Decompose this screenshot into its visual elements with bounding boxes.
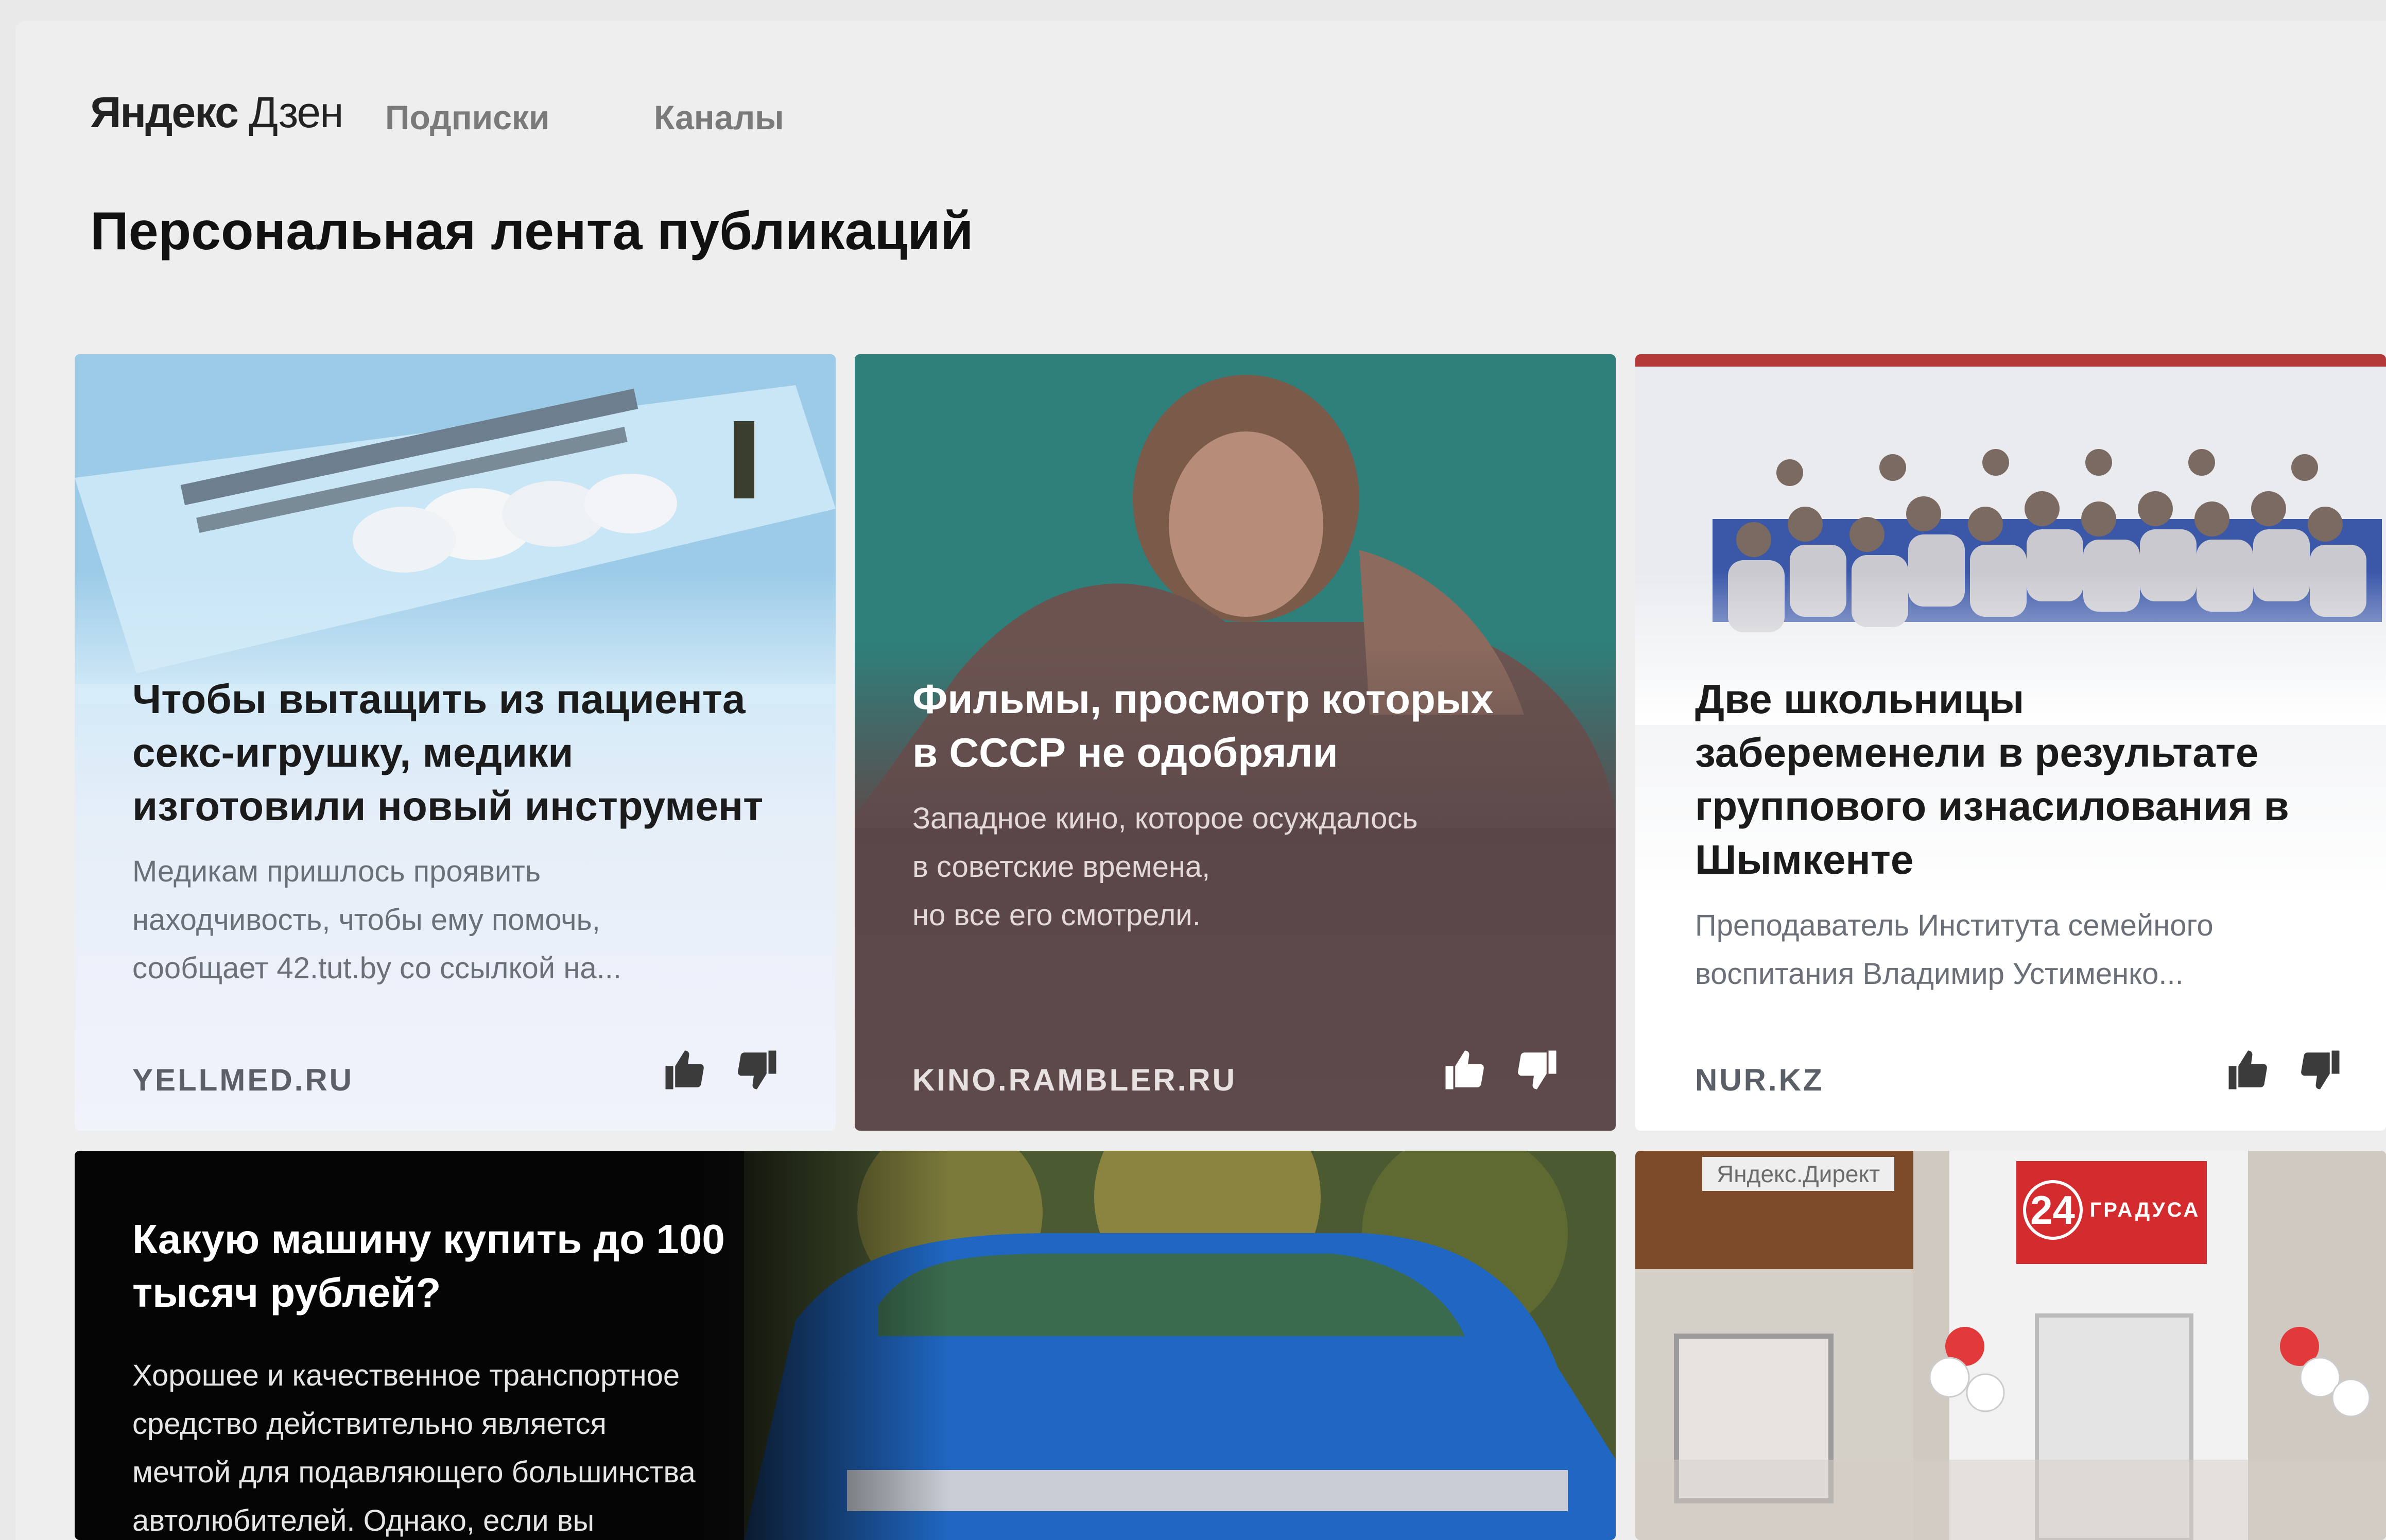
card-title-line: Шымкенте: [1695, 837, 1914, 883]
card-description-line: Западное кино, которое осуждалось: [912, 802, 1418, 835]
card-title: Две школьницы забеременели в результате …: [1695, 672, 2289, 887]
card-source[interactable]: YELLMED.RU: [132, 1062, 354, 1098]
thumbs-down-icon[interactable]: [2297, 1047, 2343, 1093]
vote-buttons: [662, 1047, 780, 1093]
thumbs-up-icon[interactable]: [1442, 1047, 1488, 1093]
card-title-line: секс-игрушку, медики: [132, 730, 574, 775]
card-description: Западное кино, которое осуждалось в сове…: [912, 794, 1418, 940]
card-description-line: в советские времена,: [912, 850, 1211, 884]
card-title-line: Фильмы, просмотр которых: [912, 676, 1494, 722]
card-title-line: забеременели в результате: [1695, 730, 2259, 775]
page-title: Персональная лента публикаций: [90, 201, 974, 261]
card-title-line: Две школьницы: [1695, 676, 2025, 722]
card-source[interactable]: KINO.RAMBLER.RU: [912, 1062, 1237, 1098]
card-title-line: в СССР не одобряли: [912, 730, 1338, 775]
nav-subscriptions[interactable]: Подписки: [385, 98, 550, 137]
thumbs-down-icon[interactable]: [1514, 1047, 1560, 1093]
card-description-line: находчивость, чтобы ему помочь,: [132, 903, 600, 937]
card-description: Хорошее и качественное транспортное сред…: [132, 1352, 696, 1540]
article-card-car[interactable]: Какую машину купить до 100 тысяч рублей?…: [75, 1151, 1616, 1540]
card-description-line: сообщает 42.tut.by со ссылкой на...: [132, 951, 621, 985]
card-description-line: средство действительно является: [132, 1407, 607, 1441]
card-title: Чтобы вытащить из пациента секс-игрушку,…: [132, 672, 763, 833]
card-title: Какую машину купить до 100 тысяч рублей?: [132, 1213, 725, 1320]
card-title-line: Чтобы вытащить из пациента: [132, 676, 746, 722]
ad-image-storefront: [1635, 1151, 2386, 1540]
logo-bold: Яндекс: [90, 88, 239, 136]
thumbs-up-icon[interactable]: [2225, 1047, 2271, 1093]
card-description-line: Медикам пришлось проявить: [132, 855, 541, 888]
nav-channels[interactable]: Каналы: [654, 98, 784, 137]
card-description: Преподаватель Института семейного воспит…: [1695, 902, 2214, 998]
vote-buttons: [1442, 1047, 1560, 1093]
logo-light: Дзен: [249, 88, 343, 136]
store-sign: 24 ГРАДУСА: [2016, 1176, 2207, 1243]
card-description-line: Хорошее и качественное транспортное: [132, 1359, 680, 1392]
card-description-line: Преподаватель Института семейного: [1695, 909, 2214, 942]
article-card-nur-kz[interactable]: Две школьницы забеременели в результате …: [1635, 354, 2386, 1131]
card-description-line: автолюбителей. Однако, если вы: [132, 1504, 595, 1537]
card-description: Медикам пришлось проявить находчивость, …: [132, 847, 621, 993]
store-number: 24: [2022, 1180, 2083, 1240]
thumbs-down-icon[interactable]: [734, 1047, 780, 1093]
vote-buttons: [2225, 1047, 2343, 1093]
card-description-line: мечтой для подавляющего большинства: [132, 1456, 696, 1489]
card-source[interactable]: NUR.KZ: [1695, 1062, 1824, 1098]
card-description-line: воспитания Владимир Устименко...: [1695, 957, 2184, 991]
card-title: Фильмы, просмотр которых в СССР не одобр…: [912, 672, 1494, 780]
store-name: ГРАДУСА: [2089, 1198, 2201, 1221]
ad-card-24-gradusa[interactable]: Яндекс.Директ 24 ГРАДУСА: [1635, 1151, 2386, 1540]
article-card-kino-rambler[interactable]: Фильмы, просмотр которых в СССР не одобр…: [855, 354, 1616, 1131]
card-title-line: изготовили новый инструмент: [132, 783, 764, 829]
ad-label: Яндекс.Директ: [1702, 1157, 1895, 1191]
card-title-line: тысяч рублей?: [132, 1270, 441, 1316]
thumbs-up-icon[interactable]: [662, 1047, 708, 1093]
article-card-yellmed[interactable]: Чтобы вытащить из пациента секс-игрушку,…: [75, 354, 836, 1131]
card-title-line: Какую машину купить до 100: [132, 1216, 725, 1262]
card-description-line: но все его смотрели.: [912, 898, 1201, 932]
card-title-line: группового изнасилования в: [1695, 783, 2289, 829]
yandex-dzen-logo[interactable]: Яндекс Дзен: [90, 88, 344, 137]
